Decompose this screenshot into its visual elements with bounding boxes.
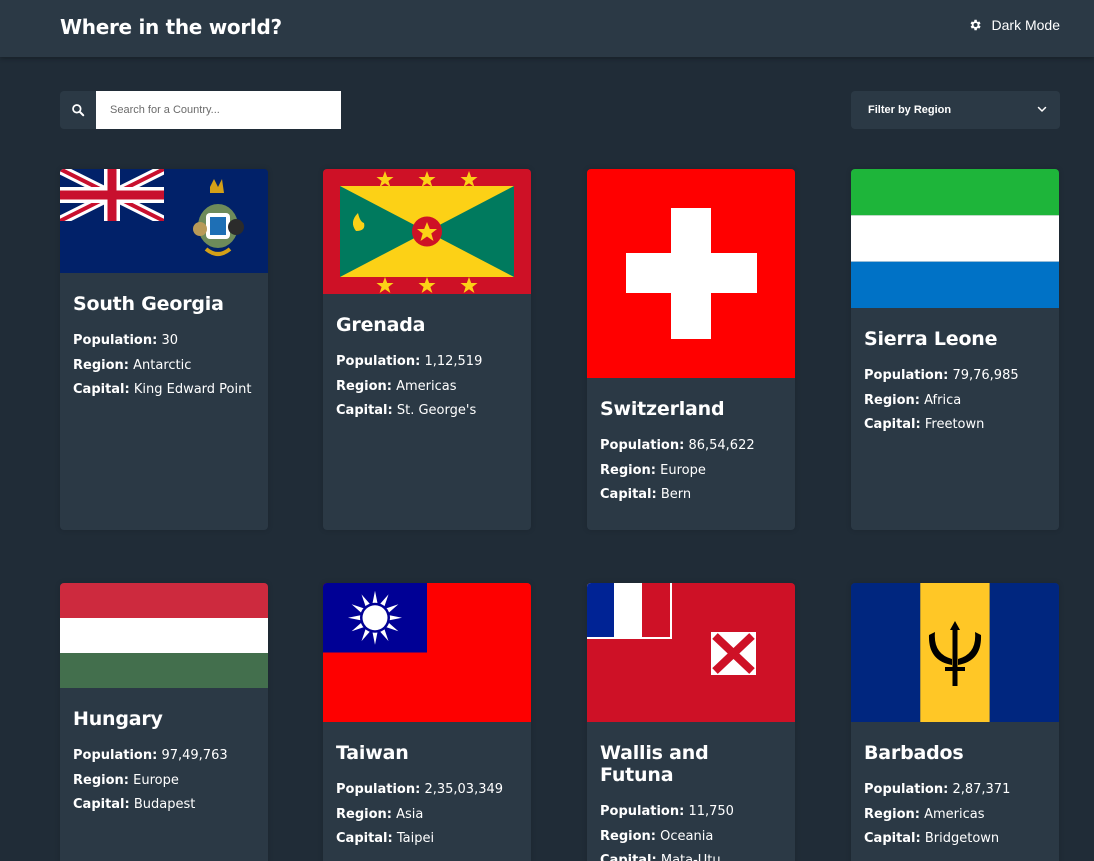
capital-row: Capital: King Edward Point — [73, 382, 252, 397]
country-card[interactable]: Sierra Leone Population: 79,76,985 Regio… — [851, 169, 1059, 530]
population-row: Population: 1,12,519 — [336, 354, 483, 369]
gear-icon — [968, 18, 982, 32]
region-row: Region: Americas — [864, 806, 985, 822]
population-row: Population: 2,35,03,349 — [336, 782, 504, 797]
population-row: Population: 86,54,622 — [600, 438, 755, 453]
country-card[interactable]: Wallis and Futuna Population: 11,750 Reg… — [587, 583, 795, 861]
wallis-and-futuna-flag — [587, 583, 795, 722]
region-row: Region: Oceania — [600, 828, 714, 844]
capital-row: Capital: Bern — [600, 487, 692, 502]
app-title: Where in the world? — [60, 15, 282, 39]
sierra-leone-flag — [851, 169, 1059, 308]
dark-mode-toggle[interactable]: Dark Mode — [968, 17, 1060, 33]
region-row: Region: Europe — [600, 462, 706, 478]
capital-row: Capital: Bridgetown — [864, 831, 1000, 846]
region-row: Region: Asia — [336, 806, 424, 822]
region-filter-label: Filter by Region — [868, 104, 952, 116]
capital-row: Capital: Budapest — [73, 797, 196, 812]
country-name: Hungary — [73, 708, 163, 730]
country-card[interactable]: Switzerland Population: 86,54,622 Region… — [587, 169, 795, 530]
switzerland-flag — [587, 169, 795, 378]
region-row: Region: Africa — [864, 392, 962, 408]
population-row: Population: 97,49,763 — [73, 748, 228, 763]
hungary-flag — [60, 583, 268, 688]
dark-mode-label: Dark Mode — [991, 17, 1060, 33]
region-row: Region: Antarctic — [73, 357, 192, 373]
capital-row: Capital: Freetown — [864, 417, 985, 432]
country-card[interactable]: South Georgia Population: 30 Region: Ant… — [60, 169, 268, 530]
population-row: Population: 2,87,371 — [864, 782, 1011, 797]
country-card[interactable]: Taiwan Population: 2,35,03,349 Region: A… — [323, 583, 531, 861]
capital-row: Capital: St. George's — [336, 403, 477, 418]
search-input[interactable] — [96, 91, 341, 129]
country-name: Barbados — [864, 742, 964, 764]
south-georgia-flag — [60, 169, 268, 273]
country-name: Grenada — [336, 314, 426, 336]
chevron-down-icon — [1036, 103, 1048, 118]
country-name: South Georgia — [73, 293, 224, 315]
country-name: Sierra Leone — [864, 328, 998, 350]
population-row: Population: 30 — [73, 333, 178, 348]
population-row: Population: 79,76,985 — [864, 368, 1019, 383]
barbados-flag — [851, 583, 1059, 722]
region-row: Region: Europe — [73, 772, 179, 788]
region-filter-select[interactable]: Filter by Region — [851, 91, 1060, 129]
taiwan-flag — [323, 583, 531, 722]
population-row: Population: 11,750 — [600, 804, 734, 819]
capital-row: Capital: Mata-Utu — [600, 853, 721, 861]
country-name: Taiwan — [336, 742, 409, 764]
header-bar: Where in the world? Dark Mode — [0, 0, 1094, 57]
country-name: Wallis and Futuna — [600, 742, 709, 786]
country-name: Switzerland — [600, 398, 725, 420]
country-card[interactable]: Grenada Population: 1,12,519 Region: Ame… — [323, 169, 531, 530]
search-box — [60, 91, 341, 129]
country-card[interactable]: Barbados Population: 2,87,371 Region: Am… — [851, 583, 1059, 861]
region-row: Region: Americas — [336, 378, 457, 394]
grenada-flag — [323, 169, 531, 294]
capital-row: Capital: Taipei — [336, 831, 435, 846]
search-icon[interactable] — [60, 103, 96, 117]
country-card[interactable]: Hungary Population: 97,49,763 Region: Eu… — [60, 583, 268, 861]
